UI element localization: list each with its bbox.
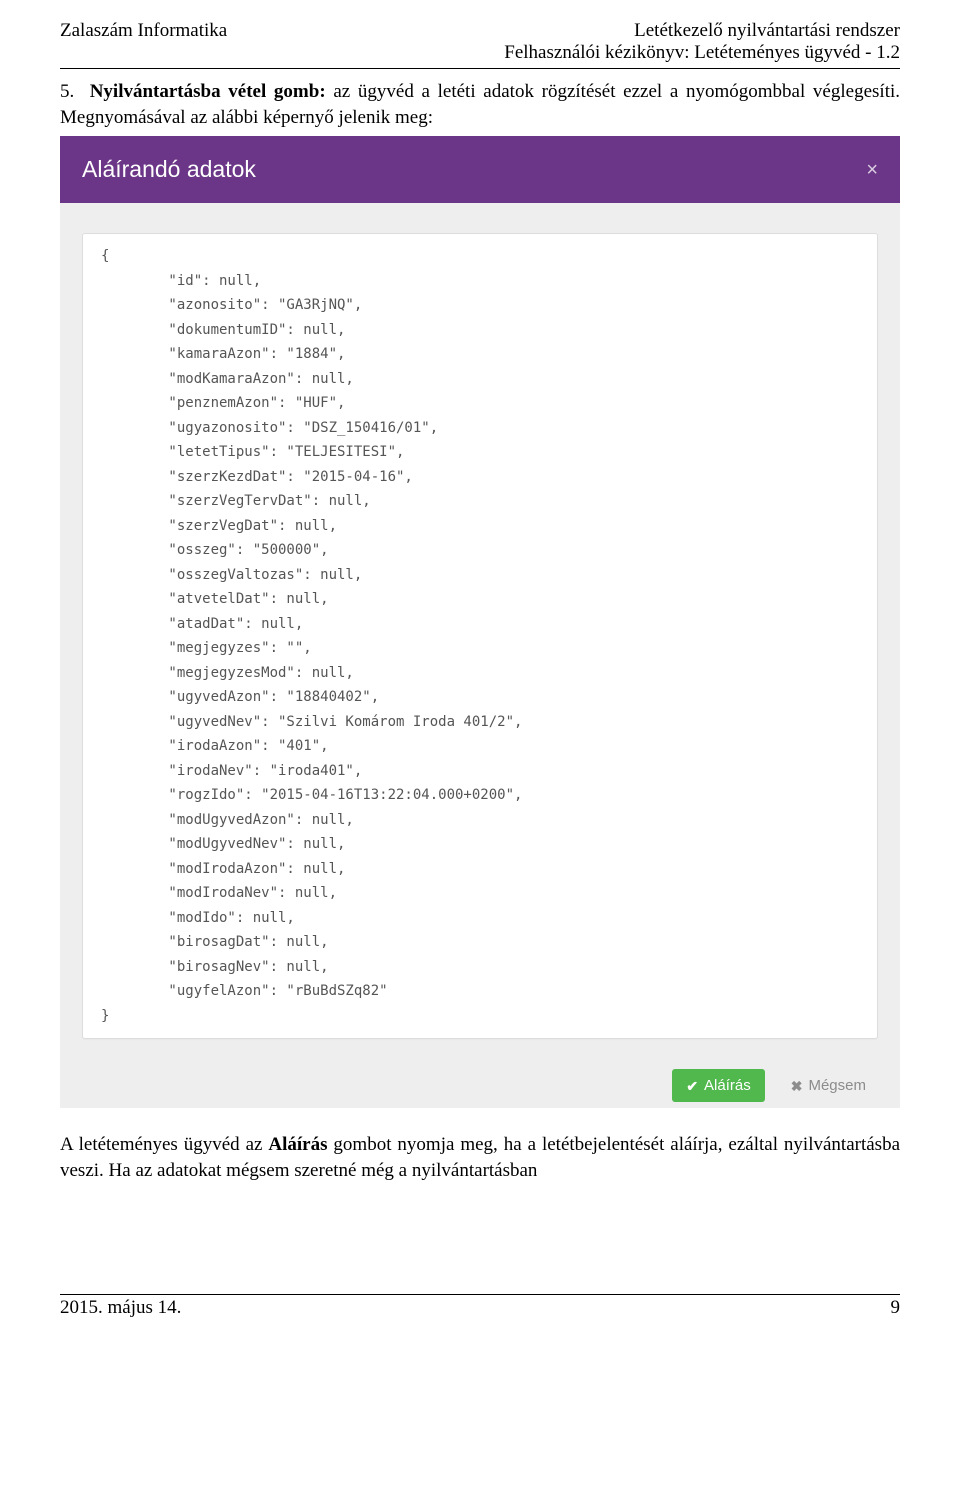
modal-header: Aláírandó adatok × xyxy=(60,136,900,203)
section-paragraph: 5. Nyilvántartásba vétel gomb: az ügyvéd… xyxy=(60,79,900,130)
cancel-button-label: Mégsem xyxy=(808,1077,866,1094)
sign-button[interactable]: Aláírás xyxy=(672,1069,764,1102)
header-left-text: Zalaszám Informatika xyxy=(60,20,227,42)
header-right-line2: Felhasználói kézikönyv: Letéteményes ügy… xyxy=(504,42,900,64)
after-paragraph: A letéteményes ügyvéd az Aláírás gombot … xyxy=(60,1132,900,1183)
json-data-box: { "id": null, "azonosito": "GA3RjNQ", "d… xyxy=(82,233,878,1039)
sign-button-label: Aláírás xyxy=(704,1077,751,1094)
close-icon[interactable]: × xyxy=(866,160,878,180)
cancel-icon xyxy=(791,1079,803,1093)
header-right-line1: Letétkezelő nyilvántartási rendszer xyxy=(634,20,900,42)
section-lead-bold: Nyilvántartásba vétel gomb: xyxy=(90,81,326,102)
modal-body: { "id": null, "azonosito": "GA3RjNQ", "d… xyxy=(60,203,900,1051)
after-text-bold: Aláírás xyxy=(268,1134,327,1155)
modal-screenshot: Aláírandó adatok × { "id": null, "azonos… xyxy=(60,136,900,1108)
cancel-button[interactable]: Mégsem xyxy=(777,1069,880,1102)
page-footer: 2015. május 14. 9 xyxy=(60,1294,900,1319)
section-number: 5. xyxy=(60,79,82,105)
modal-footer: Aláírás Mégsem xyxy=(60,1051,900,1108)
document-header: Zalaszám Informatika Letétkezelő nyilván… xyxy=(60,20,900,69)
footer-date: 2015. május 14. xyxy=(60,1297,181,1319)
modal-title: Aláírandó adatok xyxy=(82,156,256,183)
check-icon xyxy=(686,1079,698,1093)
after-text-part1: A letéteményes ügyvéd az xyxy=(60,1134,268,1155)
footer-page-number: 9 xyxy=(891,1297,901,1319)
